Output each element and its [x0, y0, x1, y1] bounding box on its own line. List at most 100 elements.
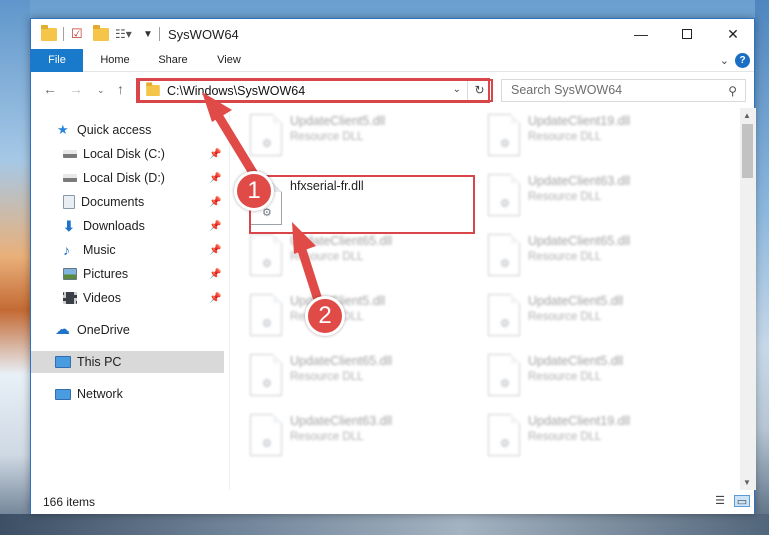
sidebar-item-label: Pictures: [83, 267, 129, 281]
pin-icon[interactable]: 📌: [209, 197, 221, 208]
file-type: Resource DLL: [528, 251, 602, 263]
tab-home[interactable]: Home: [93, 49, 137, 72]
title-bar: ☑ ☷▾ ▼ SysWOW64 — ✕: [31, 19, 754, 49]
chevron-down-icon[interactable]: ⌄: [720, 54, 729, 67]
file-icon: ⚙: [250, 114, 282, 156]
search-input[interactable]: Search SysWOW64 ⚲: [501, 79, 746, 102]
desktop-wallpaper-bottom: [0, 514, 769, 535]
file-type: Resource DLL: [528, 131, 602, 143]
file-name: UpdateClient65.dll: [290, 354, 393, 368]
pin-icon[interactable]: 📌: [209, 149, 221, 160]
sidebar-item-videos[interactable]: Videos 📌: [31, 287, 224, 309]
file-name: UpdateClient5.dll: [290, 114, 386, 128]
pin-icon[interactable]: 📌: [209, 173, 221, 184]
list-item[interactable]: ⚙ UpdateClient5.dll Resource DLL: [230, 108, 450, 162]
gear-icon: ⚙: [262, 258, 272, 270]
file-name: UpdateClient5.dll: [528, 354, 624, 368]
back-arrow-icon[interactable]: ←: [43, 81, 57, 97]
gear-icon: ⚙: [262, 438, 272, 450]
sidebar-item-quick-access[interactable]: ★ Quick access: [31, 119, 224, 141]
list-item[interactable]: ⚙ UpdateClient63.dll Resource DLL: [468, 168, 688, 222]
status-bar: 166 items ☰ ▭: [31, 490, 754, 514]
sidebar-item-network[interactable]: Network: [31, 383, 224, 405]
sidebar-item-documents[interactable]: Documents 📌: [31, 191, 224, 213]
gear-icon: ⚙: [500, 438, 510, 450]
file-type: Resource DLL: [528, 311, 602, 323]
sidebar-item-music[interactable]: ♪ Music 📌: [31, 239, 224, 261]
list-item[interactable]: ⚙ UpdateClient19.dll Resource DLL: [468, 108, 688, 162]
list-item[interactable]: ⚙ UpdateClient19.dll Resource DLL: [468, 408, 688, 462]
quick-access-dropdown-icon[interactable]: ▼: [143, 25, 153, 43]
music-icon: ♪: [63, 242, 70, 258]
videos-icon: [63, 292, 77, 304]
network-icon: [55, 388, 71, 400]
navigation-pane: ★ Quick access Local Disk (C:) 📌 Local D…: [31, 108, 229, 490]
recent-locations-icon[interactable]: ⌄: [97, 85, 105, 96]
forward-arrow-icon[interactable]: →: [69, 81, 83, 97]
list-item[interactable]: ⚙ UpdateClient65.dll Resource DLL: [230, 228, 450, 282]
scrollbar-thumb[interactable]: [742, 124, 753, 178]
file-name: UpdateClient19.dll: [528, 114, 631, 128]
gear-icon: ⚙: [262, 378, 272, 390]
search-icon: ⚲: [728, 84, 737, 98]
pictures-icon: [63, 268, 77, 280]
pin-icon[interactable]: 📌: [209, 269, 221, 280]
divider: [63, 27, 64, 41]
scroll-up-icon[interactable]: ▲: [743, 111, 751, 120]
list-item[interactable]: ⚙ UpdateClient5.dll Resource DLL: [468, 348, 688, 402]
sidebar-item-this-pc[interactable]: This PC: [31, 351, 224, 373]
item-count: 166 items: [43, 495, 96, 509]
file-highlight-box: [249, 175, 475, 234]
tab-file[interactable]: File: [31, 49, 83, 72]
pin-icon[interactable]: 📌: [209, 293, 221, 304]
help-icon[interactable]: ?: [735, 53, 750, 68]
scroll-down-icon[interactable]: ▼: [743, 478, 751, 487]
gear-icon: ⚙: [500, 138, 510, 150]
gear-icon: ⚙: [262, 138, 272, 150]
list-item[interactable]: ⚙ UpdateClient63.dll Resource DLL: [230, 408, 450, 462]
address-highlight-box: [136, 78, 490, 103]
sidebar-item-pictures[interactable]: Pictures 📌: [31, 263, 224, 285]
details-view-icon[interactable]: ☰: [712, 495, 728, 507]
file-list: ⚙ UpdateClient5.dll Resource DLL ⚙ hfxser…: [230, 108, 740, 490]
new-folder-icon[interactable]: [93, 24, 109, 43]
step-2-callout: 2: [305, 296, 345, 336]
list-item[interactable]: ⚙ UpdateClient65.dll Resource DLL: [468, 228, 688, 282]
sidebar-item-local-disk-d[interactable]: Local Disk (D:) 📌: [31, 167, 224, 189]
file-name: UpdateClient5.dll: [528, 294, 624, 308]
pin-icon[interactable]: 📌: [209, 221, 221, 232]
drive-icon: [63, 150, 77, 158]
gear-icon: ⚙: [500, 198, 510, 210]
list-item[interactable]: ⚙ UpdateClient5.dll Resource DLL: [468, 288, 688, 342]
file-name: UpdateClient65.dll: [290, 234, 393, 248]
computer-icon: [55, 356, 71, 368]
pin-icon[interactable]: 📌: [209, 245, 221, 256]
step-1-callout: 1: [234, 171, 274, 211]
cloud-icon: ☁: [55, 321, 70, 338]
list-item[interactable]: ⚙ UpdateClient65.dll Resource DLL: [230, 348, 450, 402]
file-type: Resource DLL: [290, 251, 364, 263]
close-button[interactable]: ✕: [710, 19, 756, 49]
sidebar-item-label: Local Disk (D:): [83, 171, 165, 185]
minimize-button[interactable]: —: [618, 19, 664, 49]
sidebar-item-downloads[interactable]: ⬇ Downloads 📌: [31, 215, 224, 237]
properties-icon[interactable]: ☑: [71, 25, 83, 43]
customize-toolbar-icon[interactable]: ☷▾: [115, 25, 132, 43]
sidebar-item-label: Downloads: [83, 219, 145, 233]
sidebar-item-label: Documents: [81, 195, 145, 209]
vertical-scrollbar[interactable]: ▲ ▼: [740, 108, 756, 490]
file-icon: ⚙: [250, 234, 282, 276]
sidebar-item-onedrive[interactable]: ☁ OneDrive: [31, 319, 224, 341]
tab-share[interactable]: Share: [151, 49, 195, 72]
up-arrow-icon[interactable]: ↑: [117, 81, 124, 97]
file-type: Resource DLL: [528, 371, 602, 383]
file-icon: ⚙: [488, 414, 520, 456]
folder-icon[interactable]: [41, 24, 57, 43]
tab-view[interactable]: View: [207, 49, 251, 72]
sidebar-item-local-disk-c[interactable]: Local Disk (C:) 📌: [31, 143, 224, 165]
file-icon: ⚙: [488, 234, 520, 276]
large-icons-view-icon[interactable]: ▭: [734, 495, 750, 508]
file-type: Resource DLL: [290, 131, 364, 143]
maximize-button[interactable]: [664, 19, 710, 49]
search-placeholder: Search SysWOW64: [511, 83, 623, 97]
